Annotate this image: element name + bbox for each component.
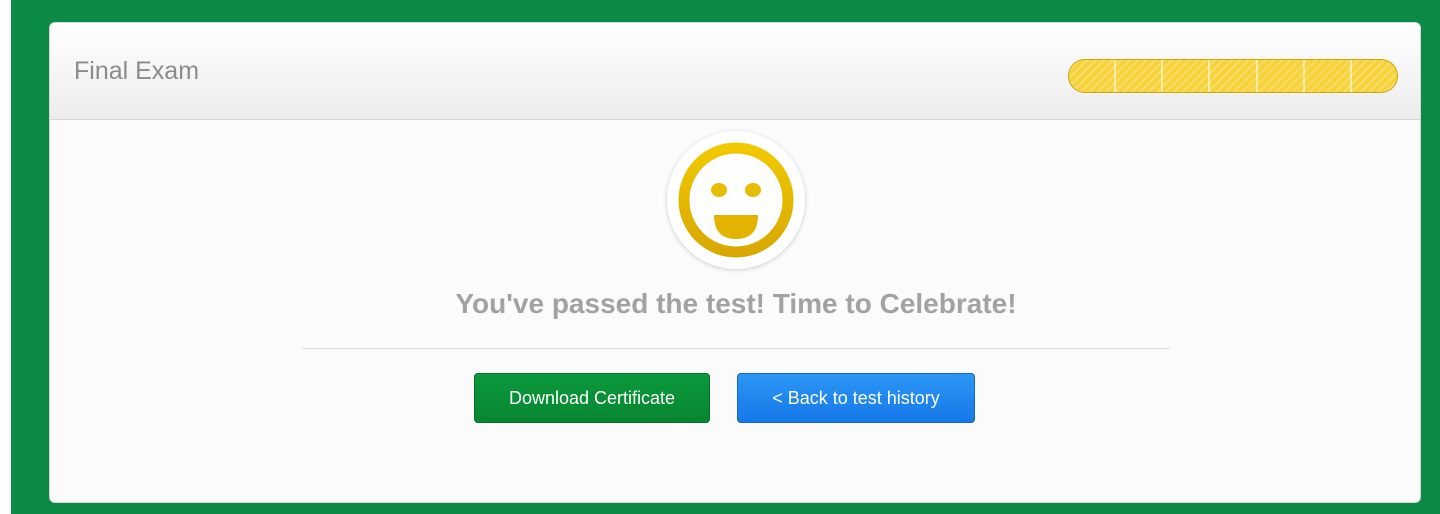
progress-segment [1163, 60, 1211, 92]
exam-result-panel: Final Exam You've passed the test! Time … [49, 22, 1421, 503]
progress-segment [1210, 60, 1258, 92]
back-to-test-history-button[interactable]: < Back to test history [737, 373, 975, 423]
result-message: You've passed the test! Time to Celebrat… [455, 288, 1017, 319]
page-left-edge [0, 0, 11, 514]
smiley-face-icon [678, 142, 794, 258]
panel-header: Final Exam [50, 23, 1420, 120]
progress-segment [1305, 60, 1352, 92]
progress-segment [1069, 60, 1117, 92]
progress-bar [1068, 59, 1398, 93]
progress-segment [1352, 60, 1397, 92]
divider [302, 348, 1170, 349]
download-certificate-button[interactable]: Download Certificate [474, 373, 710, 423]
progress-segment [1116, 60, 1164, 92]
progress-segment [1258, 60, 1305, 92]
exam-title: Final Exam [74, 57, 200, 85]
result-badge [667, 131, 805, 269]
